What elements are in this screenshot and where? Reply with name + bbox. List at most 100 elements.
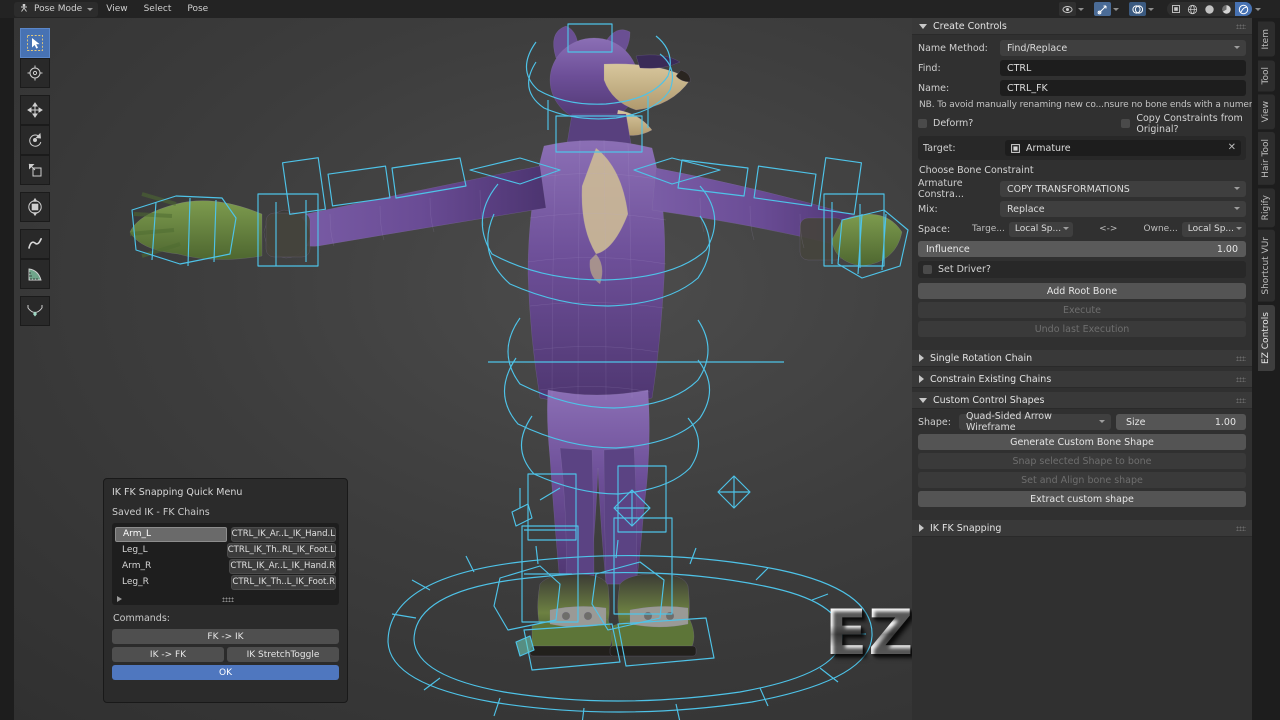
drag-grip-icon[interactable] [1236, 24, 1246, 29]
target-value: Armature [1026, 143, 1071, 154]
xray-toggle-icon[interactable] [1167, 2, 1184, 16]
shading-mode-group[interactable] [1167, 2, 1252, 16]
drag-grip-icon[interactable] [1236, 377, 1246, 382]
drag-grip-icon[interactable] [1236, 356, 1246, 361]
mix-dropdown[interactable]: Replace [1000, 201, 1246, 217]
list-item[interactable]: Leg_L CTRL_IK_Th..RL_IK_Foot.L [115, 542, 336, 558]
ik-to-fk-button[interactable]: IK -> FK [112, 647, 224, 662]
chain-value[interactable]: CTRL_IK_Ar..L_IK_Hand.R [229, 559, 336, 574]
material-preview-shading-icon[interactable] [1218, 2, 1235, 16]
chain-value[interactable]: CTRL_IK_Th..L_IK_Foot.R [231, 575, 336, 590]
overlays-toggle-group[interactable] [1129, 2, 1157, 16]
drag-grip-icon[interactable] [1236, 526, 1246, 531]
sidebar-tab-rigify[interactable]: Rigify [1258, 188, 1275, 227]
undo-last-execution-button[interactable]: Undo last Execution [918, 321, 1246, 337]
chevron-down-icon[interactable] [1148, 8, 1154, 11]
tweak-select-box-tool[interactable] [20, 28, 50, 58]
size-label: Size [1126, 417, 1146, 428]
chevron-down-icon [1234, 46, 1240, 49]
cursor-tool[interactable] [20, 58, 50, 88]
execute-button[interactable]: Execute [918, 302, 1246, 318]
set-and-align-bone-shape-button[interactable]: Set and Align bone shape [918, 472, 1246, 488]
space-target-dropdown[interactable]: Local Sp... [1009, 222, 1073, 237]
panel-title: Create Controls [933, 21, 1007, 32]
chain-name[interactable]: Leg_R [115, 575, 227, 590]
gizmo-icon[interactable] [1094, 2, 1111, 16]
name-input[interactable]: CTRL_FK [1000, 80, 1246, 96]
influence-slider[interactable]: Influence 1.00 [918, 241, 1246, 257]
panel-header-constrain-existing-chains[interactable]: Constrain Existing Chains [912, 371, 1252, 388]
shape-dropdown[interactable]: Quad-Sided Arrow Wireframe [959, 414, 1111, 430]
armature-constraint-dropdown[interactable]: COPY TRANSFORMATIONS [1000, 181, 1246, 197]
annotate-tool[interactable] [20, 229, 50, 259]
chevron-down-icon[interactable] [1113, 8, 1119, 11]
measure-tool[interactable] [20, 259, 50, 289]
gizmo-toggle-group[interactable] [1094, 2, 1122, 16]
chain-name[interactable]: Leg_L [115, 543, 223, 558]
sidebar-tab-item[interactable]: Item [1258, 22, 1275, 57]
sidebar-tab-hair-tool[interactable]: Hair Tool [1258, 132, 1275, 185]
mode-selector[interactable]: Pose Mode [14, 2, 98, 17]
scale-tool[interactable] [20, 155, 50, 185]
rendered-shading-icon[interactable] [1235, 2, 1252, 16]
list-item[interactable]: Arm_L CTRL_IK_Ar..L_IK_Hand.L [115, 526, 336, 542]
target-object-field[interactable]: Armature ✕ [1005, 140, 1241, 156]
chevron-down-icon[interactable] [1078, 8, 1084, 11]
saved-chains-list[interactable]: Arm_L CTRL_IK_Ar..L_IK_Hand.L Leg_L CTRL… [112, 523, 339, 605]
name-method-dropdown[interactable]: Find/Replace [1000, 40, 1246, 56]
chevron-down-icon [87, 8, 93, 11]
ok-button[interactable]: OK [112, 665, 339, 680]
set-driver-checkbox[interactable] [923, 265, 932, 274]
snap-selected-shape-to-bone-button[interactable]: Snap selected Shape to bone [918, 453, 1246, 469]
sidebar-tab-shortcut-vur[interactable]: Shortcut VUr [1258, 230, 1275, 302]
menu-view[interactable]: View [98, 0, 135, 18]
move-tool[interactable] [20, 95, 50, 125]
generate-custom-bone-shape-button[interactable]: Generate Custom Bone Shape [918, 434, 1246, 450]
overlays-icon[interactable] [1129, 2, 1146, 16]
extract-custom-shape-button[interactable]: Extract custom shape [918, 491, 1246, 507]
panel-header-create-controls[interactable]: Create Controls [912, 18, 1252, 35]
menu-select[interactable]: Select [136, 0, 180, 18]
add-root-bone-button[interactable]: Add Root Bone [918, 283, 1246, 299]
mix-row: Mix: Replace [918, 201, 1246, 217]
menu-pose[interactable]: Pose [179, 0, 216, 18]
visibility-icon[interactable] [1059, 2, 1076, 16]
rotate-tool[interactable] [20, 125, 50, 155]
set-driver-row: Set Driver? [918, 261, 1246, 278]
header-right-group [1054, 2, 1280, 16]
breakdowner-tool[interactable] [20, 296, 50, 326]
find-input[interactable]: CTRL [1000, 60, 1246, 76]
visibility-toggle-group[interactable] [1059, 2, 1087, 16]
name-method-row: Name Method: Find/Replace [918, 40, 1246, 56]
transform-tool[interactable] [20, 192, 50, 222]
chevron-down-icon[interactable] [1255, 8, 1261, 11]
sidebar-tab-view[interactable]: View [1258, 94, 1275, 129]
deform-checkbox[interactable] [918, 119, 927, 128]
close-icon[interactable]: ✕ [1228, 142, 1236, 154]
sidebar-tab-strip: Item Tool View Hair Tool Rigify Shortcut… [1252, 18, 1280, 720]
panel-header-custom-control-shapes[interactable]: Custom Control Shapes [912, 392, 1252, 409]
sidebar-tab-ez-controls[interactable]: EZ Controls [1258, 305, 1275, 371]
chain-value[interactable]: CTRL_IK_Th..RL_IK_Foot.L [227, 543, 336, 558]
wireframe-shading-icon[interactable] [1184, 2, 1201, 16]
ik-fk-snapping-quick-menu[interactable]: IK FK Snapping Quick Menu Saved IK - FK … [103, 478, 348, 703]
space-owner-dropdown[interactable]: Local Sp... [1182, 222, 1246, 237]
panel-header-single-rotation-chain[interactable]: Single Rotation Chain [912, 350, 1252, 367]
sidebar-tab-tool[interactable]: Tool [1258, 60, 1275, 91]
chain-name[interactable]: Arm_R [115, 559, 225, 574]
size-slider[interactable]: Size 1.00 [1116, 414, 1246, 430]
expand-triangle-icon[interactable] [117, 596, 122, 602]
panel-header-ik-fk-snapping[interactable]: IK FK Snapping [912, 520, 1252, 537]
list-item[interactable]: Leg_R CTRL_IK_Th..L_IK_Foot.R [115, 574, 336, 590]
chain-name[interactable]: Arm_L [115, 527, 227, 542]
copy-constraints-checkbox[interactable] [1121, 119, 1130, 128]
drag-grip-icon[interactable] [1236, 398, 1246, 403]
resize-grip-icon[interactable] [222, 597, 234, 602]
fk-to-ik-button[interactable]: FK -> IK [112, 629, 339, 644]
chain-value[interactable]: CTRL_IK_Ar..L_IK_Hand.L [231, 527, 336, 542]
solid-shading-icon[interactable] [1201, 2, 1218, 16]
ik-stretch-toggle-button[interactable]: IK StretchToggle [227, 647, 339, 662]
viewport-toolbar[interactable] [20, 28, 50, 326]
name-label: Name: [918, 83, 1000, 94]
list-item[interactable]: Arm_R CTRL_IK_Ar..L_IK_Hand.R [115, 558, 336, 574]
